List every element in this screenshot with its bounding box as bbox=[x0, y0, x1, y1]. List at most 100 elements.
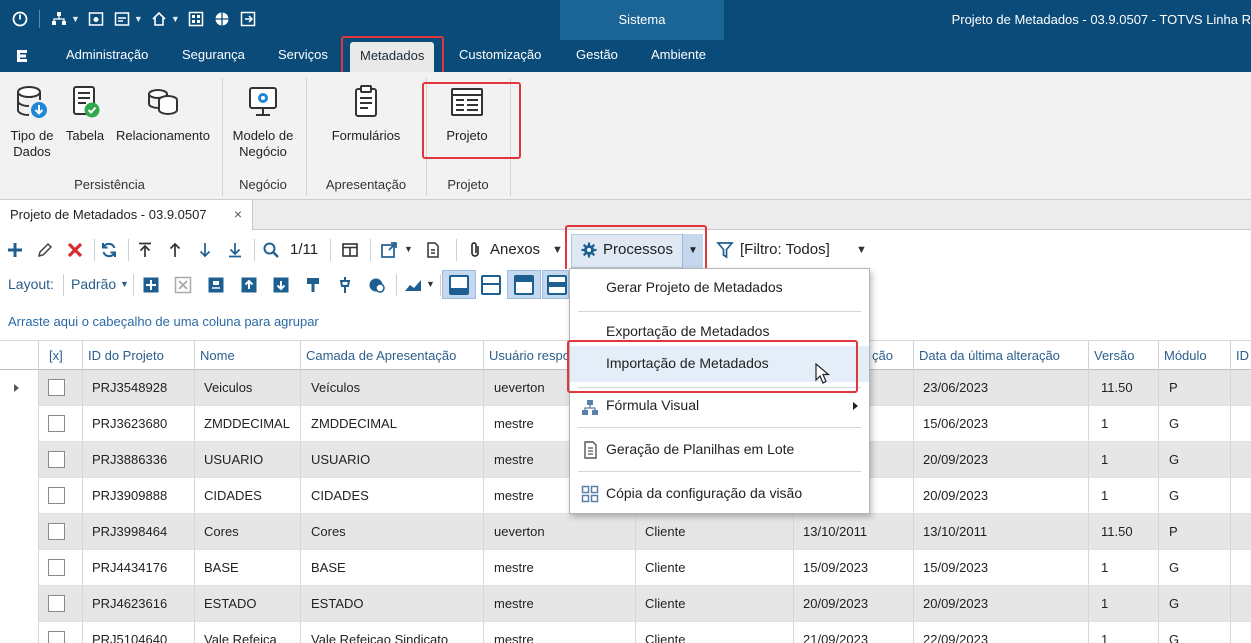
row-checkbox[interactable] bbox=[48, 451, 65, 468]
menu-item-importacao[interactable]: Importação de Metadados bbox=[570, 346, 869, 384]
ribbon-relacionamento[interactable]: Relacionamento bbox=[113, 84, 213, 144]
row-indicator[interactable] bbox=[0, 586, 38, 622]
chart-icon[interactable] bbox=[404, 276, 422, 294]
col-header-nome[interactable]: Nome bbox=[194, 341, 300, 370]
layout-select[interactable]: Padrão bbox=[71, 276, 116, 292]
chevron-down-icon[interactable]: ▼ bbox=[426, 279, 435, 289]
row-checkbox[interactable] bbox=[48, 415, 65, 432]
chevron-down-icon[interactable]: ▼ bbox=[71, 14, 80, 24]
upload-layout-icon[interactable] bbox=[240, 276, 258, 294]
ribbon-projeto[interactable]: Projeto bbox=[436, 84, 498, 144]
separator bbox=[440, 274, 441, 296]
eye-window-icon[interactable] bbox=[86, 9, 106, 29]
remove-layout-icon[interactable] bbox=[174, 276, 192, 294]
row-checkbox[interactable] bbox=[48, 379, 65, 396]
app-menu-icon[interactable] bbox=[15, 48, 29, 67]
ribbon-formularios[interactable]: Formulários bbox=[326, 84, 406, 144]
save-layout-icon[interactable] bbox=[207, 276, 225, 294]
processos-dropdown[interactable]: ▼ bbox=[682, 234, 703, 268]
add-icon[interactable] bbox=[6, 241, 24, 259]
tab-ambiente[interactable]: Ambiente bbox=[651, 47, 706, 62]
home-icon[interactable] bbox=[149, 9, 169, 29]
format-painter-icon[interactable] bbox=[304, 276, 322, 294]
row-checkbox[interactable] bbox=[48, 487, 65, 504]
chevron-down-icon[interactable]: ▼ bbox=[404, 244, 413, 254]
refresh-icon[interactable] bbox=[100, 241, 118, 259]
report-icon[interactable] bbox=[424, 241, 442, 259]
add-layout-icon[interactable] bbox=[142, 276, 160, 294]
hierarchy-icon[interactable] bbox=[49, 9, 69, 29]
ribbon-label: Tabela bbox=[65, 128, 105, 143]
chevron-down-icon[interactable]: ▼ bbox=[171, 14, 180, 24]
close-icon[interactable]: × bbox=[234, 206, 242, 222]
table-row[interactable]: PRJ4434176 BASE BASE mestre Cliente 15/09/202… bbox=[0, 550, 1251, 586]
ribbon-tabela[interactable]: Tabela bbox=[62, 84, 108, 144]
tab-metadados[interactable]: Metadados bbox=[350, 42, 435, 72]
power-icon[interactable] bbox=[10, 9, 30, 29]
window-icon[interactable] bbox=[112, 9, 132, 29]
table-row[interactable]: PRJ5104640 Vale Refeica Vale Refeicao Sind… bbox=[0, 622, 1251, 643]
filter-icon[interactable] bbox=[716, 241, 734, 259]
ribbon-separator bbox=[306, 78, 307, 196]
row-indicator[interactable] bbox=[0, 442, 38, 478]
tab-administracao[interactable]: Administração bbox=[66, 47, 148, 62]
col-header-versao[interactable]: Versão bbox=[1088, 341, 1158, 370]
download-layout-icon[interactable] bbox=[272, 276, 290, 294]
separator bbox=[94, 239, 95, 261]
col-header-select[interactable]: [x] bbox=[38, 341, 82, 370]
chevron-down-icon[interactable]: ▼ bbox=[856, 244, 867, 256]
tab-customizacao[interactable]: Customização bbox=[459, 47, 541, 62]
pin-icon[interactable] bbox=[336, 276, 354, 294]
chevron-down-icon[interactable]: ▼ bbox=[120, 279, 129, 289]
panel-split-icon[interactable] bbox=[481, 275, 501, 295]
menu-item-exportacao[interactable]: Exportação de Metadados bbox=[570, 323, 869, 345]
col-header-camada[interactable]: Camada de Apresentação bbox=[300, 341, 483, 370]
row-indicator[interactable] bbox=[0, 550, 38, 586]
row-indicator[interactable] bbox=[0, 478, 38, 514]
current-row-indicator[interactable] bbox=[0, 370, 38, 406]
globe-icon[interactable] bbox=[212, 9, 232, 29]
chevron-down-icon[interactable]: ▼ bbox=[552, 244, 563, 256]
ribbon-modelo-de-negocio[interactable]: Modelo de Negócio bbox=[230, 84, 296, 160]
row-checkbox[interactable] bbox=[48, 595, 65, 612]
row-indicator[interactable] bbox=[0, 622, 38, 643]
row-checkbox[interactable] bbox=[48, 559, 65, 576]
next-record-icon[interactable] bbox=[196, 241, 214, 259]
anexos-button[interactable]: Anexos bbox=[490, 241, 540, 258]
col-header-id-projeto[interactable]: ID do Projeto bbox=[82, 341, 194, 370]
first-record-icon[interactable] bbox=[136, 241, 154, 259]
tab-seguranca[interactable]: Segurança bbox=[182, 47, 245, 62]
chevron-down-icon[interactable]: ▼ bbox=[134, 14, 143, 24]
export-icon[interactable] bbox=[380, 241, 398, 259]
doc-tab-projeto-de-metadados[interactable]: Projeto de Metadados - 03.9.0507 × bbox=[0, 200, 253, 230]
row-indicator[interactable] bbox=[0, 406, 38, 442]
col-header-modulo[interactable]: Módulo bbox=[1158, 341, 1230, 370]
menu-item-copia-configuracao[interactable]: Cópia da configuração da visão bbox=[570, 485, 869, 507]
col-header-data-alteracao[interactable]: Data da última alteração bbox=[913, 341, 1088, 370]
grid-icon[interactable] bbox=[186, 9, 206, 29]
col-header-id[interactable]: ID bbox=[1230, 341, 1251, 370]
table-row[interactable]: PRJ3998464 Cores Cores ueverton Cliente 13/10… bbox=[0, 514, 1251, 550]
ribbon-tipo-de-dados[interactable]: Tipo de Dados bbox=[6, 84, 58, 160]
filter-button[interactable]: [Filtro: Todos] bbox=[740, 241, 830, 258]
exit-icon[interactable] bbox=[238, 9, 258, 29]
edit-pencil-icon[interactable] bbox=[36, 241, 54, 259]
last-record-icon[interactable] bbox=[226, 241, 244, 259]
row-indicator[interactable] bbox=[0, 514, 38, 550]
paperclip-icon[interactable] bbox=[466, 241, 484, 259]
columns-icon[interactable] bbox=[341, 241, 359, 259]
row-checkbox[interactable] bbox=[48, 631, 65, 643]
row-checkbox[interactable] bbox=[48, 523, 65, 540]
previous-record-icon[interactable] bbox=[166, 241, 184, 259]
menu-item-gerar-projeto[interactable]: Gerar Projeto de Metadados bbox=[570, 279, 869, 301]
processos-label: Processos bbox=[603, 241, 674, 258]
ribbon-label: Tipo de Dados bbox=[10, 128, 54, 159]
tab-servicos[interactable]: Serviços bbox=[278, 47, 328, 62]
menu-item-formula-visual[interactable]: Fórmula Visual bbox=[570, 397, 869, 419]
menu-item-geracao-planilhas[interactable]: Geração de Planilhas em Lote bbox=[570, 441, 869, 463]
delete-icon[interactable] bbox=[66, 241, 84, 259]
search-icon[interactable] bbox=[262, 241, 280, 259]
tab-gestao[interactable]: Gestão bbox=[576, 47, 618, 62]
palette-icon[interactable] bbox=[368, 276, 386, 294]
table-row[interactable]: PRJ4623616 ESTADO ESTADO mestre Cliente 20/09… bbox=[0, 586, 1251, 622]
